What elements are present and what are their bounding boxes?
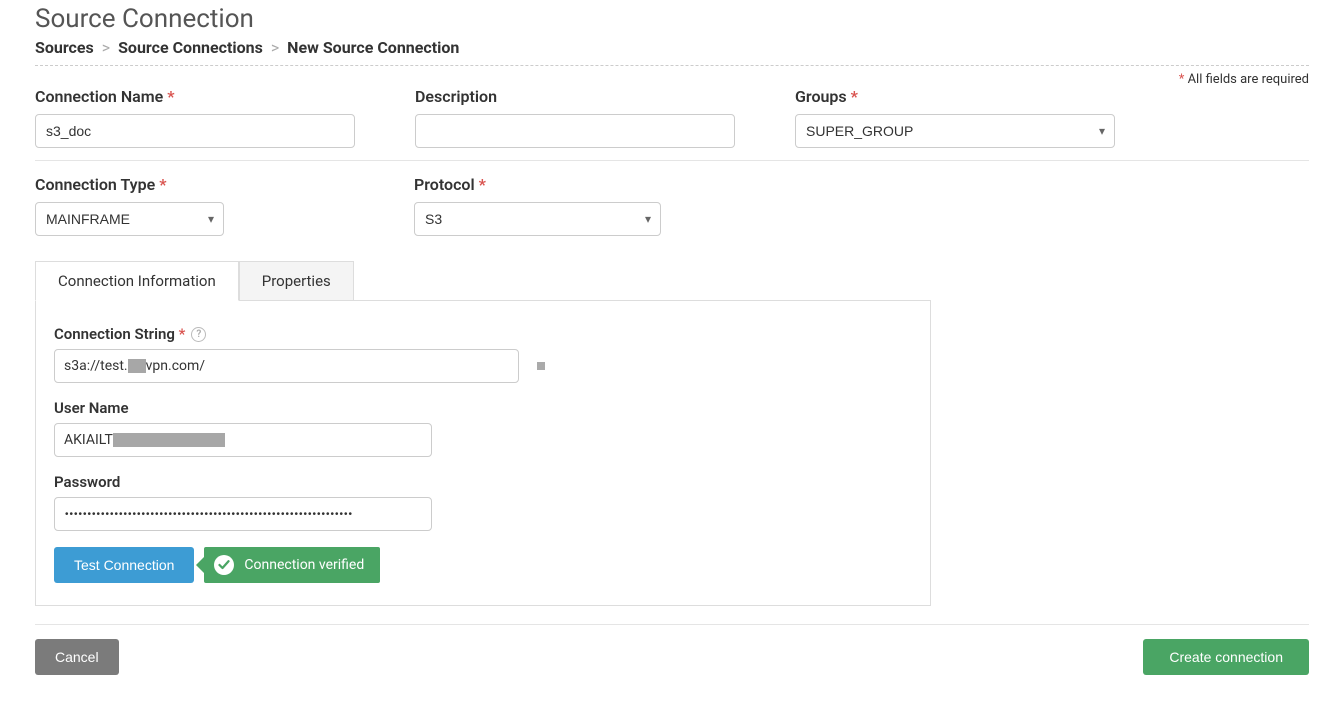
description-label: Description	[415, 87, 735, 106]
connection-name-input[interactable]	[35, 114, 355, 148]
groups-select[interactable]: SUPER_GROUP	[795, 114, 1115, 148]
password-label: Password	[54, 473, 912, 491]
breadcrumb-item-sources[interactable]: Sources	[35, 38, 94, 57]
chevron-right-icon: >	[98, 38, 114, 57]
chevron-right-icon: >	[267, 38, 283, 57]
tab-connection-information[interactable]: Connection Information	[35, 261, 239, 301]
required-fields-note: * All fields are required	[35, 66, 1309, 87]
breadcrumb-item-source-connections[interactable]: Source Connections	[118, 38, 263, 57]
check-circle-icon	[214, 555, 234, 575]
test-connection-button[interactable]: Test Connection	[54, 547, 194, 583]
connection-type-label: Connection Type *	[35, 175, 224, 194]
divider	[35, 624, 1309, 625]
cancel-button[interactable]: Cancel	[35, 639, 119, 675]
breadcrumb-item-current: New Source Connection	[287, 38, 459, 57]
help-icon[interactable]: ?	[191, 327, 206, 342]
create-connection-button[interactable]: Create connection	[1143, 639, 1309, 675]
connection-string-input[interactable]	[54, 349, 519, 383]
user-name-input[interactable]	[54, 423, 432, 457]
protocol-label: Protocol *	[414, 175, 661, 194]
description-input[interactable]	[415, 114, 735, 148]
password-input[interactable]	[54, 497, 432, 531]
connection-verified-badge: Connection verified	[204, 547, 380, 583]
connection-verified-text: Connection verified	[244, 557, 364, 573]
connection-type-select[interactable]: MAINFRAME	[35, 202, 224, 236]
page-title: Source Connection	[35, 4, 1309, 34]
protocol-select[interactable]: S3	[414, 202, 661, 236]
user-name-label: User Name	[54, 399, 912, 417]
tabs: Connection Information Properties	[35, 260, 1309, 300]
divider	[35, 160, 1309, 161]
connection-name-label: Connection Name *	[35, 87, 355, 106]
groups-label: Groups *	[795, 87, 1115, 106]
square-icon	[537, 362, 545, 370]
breadcrumb: Sources > Source Connections > New Sourc…	[35, 38, 1309, 57]
tab-properties[interactable]: Properties	[239, 261, 354, 301]
connection-string-label: Connection String * ?	[54, 325, 912, 343]
tab-panel-connection-information: Connection String * ? s3a://test. vpn.co…	[35, 300, 931, 606]
